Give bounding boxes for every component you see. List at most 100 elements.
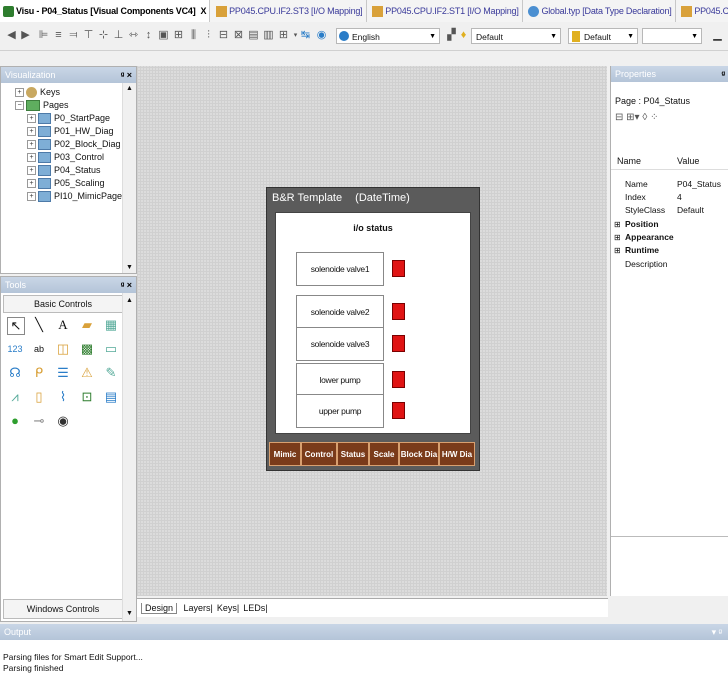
key-tool-icon[interactable]: ᑭ [31, 365, 47, 381]
group-tool-icon[interactable]: ⊡ [79, 389, 95, 405]
table-icon[interactable]: ⊞ [278, 30, 289, 41]
tree-item-page[interactable]: + P05_Scaling [27, 177, 105, 190]
scroll-down-icon[interactable]: ▼ [126, 264, 133, 271]
nav-button-hw-dia[interactable]: H/W Dia [439, 442, 475, 466]
property-row-description[interactable]: Description [611, 258, 728, 271]
info-icon[interactable]: ◉ [316, 30, 327, 41]
text-tool-icon[interactable]: A [55, 317, 71, 333]
expand-icon[interactable]: + [27, 114, 36, 123]
empty-select[interactable]: ▼ [642, 28, 702, 44]
io-item-label[interactable]: upper pump [296, 394, 384, 428]
tree-item-page[interactable]: + P03_Control [27, 151, 104, 164]
send-back-icon[interactable]: ▥ [263, 30, 274, 41]
tab-io-mapping-st1[interactable]: PP045.CPU.IF2.ST1 [I/O Mapping] [369, 0, 523, 22]
expand-icon[interactable]: ⊞ [614, 231, 621, 244]
nav-button-block-dia[interactable]: Block Dia [399, 442, 439, 466]
windows-controls-header[interactable]: Windows Controls [3, 599, 123, 619]
scroll-tool-icon[interactable]: ⌇ [55, 389, 71, 405]
align-right-icon[interactable]: ⫤ [68, 30, 79, 41]
io-item-label[interactable]: solenoide valve2 [296, 295, 384, 329]
knob-tool-icon[interactable]: ◉ [55, 413, 71, 429]
center-vertical-icon[interactable]: ⊠ [233, 30, 244, 41]
vertical-scrollbar[interactable]: ▲ ▼ [122, 293, 136, 621]
align-left-icon[interactable]: ⊫ [38, 30, 49, 41]
connector-tool-icon[interactable]: ⊸ [31, 413, 47, 429]
tree-item-pages[interactable]: − Pages [15, 99, 69, 112]
button-tool-icon[interactable]: ▩ [79, 341, 95, 357]
center-horizontal-icon[interactable]: ⊟ [218, 30, 229, 41]
pin-close-icon[interactable]: ᵍ × [121, 67, 132, 83]
categorized-icon[interactable]: ⊟ [615, 112, 623, 123]
io-item-label[interactable]: solenoide valve3 [296, 327, 384, 361]
edit-tool-icon[interactable]: ✎ [103, 365, 119, 381]
pin-icon[interactable]: ▾ ᵍ [712, 624, 722, 640]
property-row-styleclass[interactable]: StyleClass Default [611, 204, 728, 217]
property-group-position[interactable]: ⊞ Position [611, 218, 728, 231]
slider-tool-icon[interactable]: ▯ [31, 389, 47, 405]
align-bottom-icon[interactable]: ⊥ [113, 30, 124, 41]
nav-button-control[interactable]: Control [301, 442, 337, 466]
tree-item-keys[interactable]: + Keys [15, 86, 60, 99]
shape-tool-icon[interactable]: ◫ [55, 341, 71, 357]
property-value[interactable]: P04_Status [677, 178, 721, 191]
tab-keys[interactable]: Keys [217, 603, 237, 613]
string-tool-icon[interactable]: ab [31, 341, 47, 357]
expand-icon[interactable]: ⊞ [614, 244, 621, 257]
tab-global-typ[interactable]: Global.typ [Data Type Declaration] [525, 0, 676, 22]
io-item-label[interactable]: lower pump [296, 363, 384, 397]
line-tool-icon[interactable]: ╲ [31, 317, 47, 333]
expand-icon[interactable]: + [27, 192, 36, 201]
space-horizontal-icon[interactable]: ⫼ [188, 30, 199, 41]
style-icon[interactable]: ▞ [446, 30, 457, 41]
align-top-icon[interactable]: ⊤ [83, 30, 94, 41]
grid-icon[interactable]: ⊞ [173, 30, 184, 41]
collapse-icon[interactable]: − [15, 101, 24, 110]
tree-item-page[interactable]: + PI10_MimicPage [27, 190, 122, 203]
expand-icon[interactable]: ⊞ [614, 218, 621, 231]
numeric-tool-icon[interactable]: 123 [7, 341, 23, 357]
tab-io-mapping-st5[interactable]: PP045.CPU.IF2.ST5 [I/O Mapping] [678, 0, 728, 22]
io-item-label[interactable]: solenoide valve1 [296, 252, 384, 286]
tab-layers[interactable]: Layers [184, 603, 211, 613]
expand-icon[interactable]: + [15, 88, 24, 97]
scroll-right-icon[interactable]: ▶ [20, 30, 31, 41]
vertical-scrollbar[interactable]: ▲ ▼ [122, 83, 136, 273]
align-middle-icon[interactable]: ⊹ [98, 30, 109, 41]
alarm-tool-icon[interactable]: ☊ [7, 365, 23, 381]
bitmap-tool-icon[interactable]: ▰ [79, 317, 95, 333]
tree-item-page[interactable]: + P0_StartPage [27, 112, 110, 125]
expand-icon[interactable]: + [27, 153, 36, 162]
image-tool-icon[interactable]: ▦ [103, 317, 119, 333]
expand-icon[interactable]: + [27, 127, 36, 136]
pointer-tool-icon[interactable]: ↖ [7, 317, 25, 335]
property-group-runtime[interactable]: ⊞ Runtime [611, 244, 728, 257]
same-size-icon[interactable]: ▣ [158, 30, 169, 41]
bar-tool-icon[interactable]: ▭ [103, 341, 119, 357]
tree-item-page[interactable]: + P01_HW_Diag [27, 125, 114, 138]
connect-icon[interactable]: ↹ [300, 30, 311, 41]
restore-icon[interactable]: ▁ [712, 30, 723, 41]
tree-item-page[interactable]: + P04_Status [27, 164, 101, 177]
property-group-appearance[interactable]: ⊞ Appearance [611, 231, 728, 244]
tab-io-mapping-st3[interactable]: PP045.CPU.IF2.ST3 [I/O Mapping] [213, 0, 367, 22]
expand-icon[interactable]: + [27, 179, 36, 188]
trend-tool-icon[interactable]: ⩘ [7, 389, 23, 405]
scroll-down-icon[interactable]: ▼ [126, 610, 133, 617]
expand-icon[interactable]: + [27, 166, 36, 175]
sort-icon[interactable]: ⊞▾ [626, 112, 639, 123]
tab-design[interactable]: Design [141, 603, 178, 614]
list-tool-icon[interactable]: ☰ [55, 365, 71, 381]
scroll-left-icon[interactable]: ◀ [6, 30, 17, 41]
property-value[interactable]: 4 [677, 191, 682, 204]
close-tab-icon[interactable]: X [201, 6, 207, 16]
space-vertical-icon[interactable]: ⫶ [203, 30, 214, 41]
scroll-up-icon[interactable]: ▲ [126, 297, 133, 304]
nav-button-status[interactable]: Status [337, 442, 369, 466]
style-select[interactable]: Default ▼ [471, 28, 561, 44]
pin-close-icon[interactable]: ᵍ × [121, 277, 132, 293]
style-class-select[interactable]: Default ▼ [568, 28, 638, 44]
nav-button-scale[interactable]: Scale [369, 442, 399, 466]
pin-icon[interactable]: ᵍ [721, 66, 725, 82]
basic-controls-header[interactable]: Basic Controls [3, 295, 123, 313]
bulb-icon[interactable]: ♦ [458, 30, 469, 41]
